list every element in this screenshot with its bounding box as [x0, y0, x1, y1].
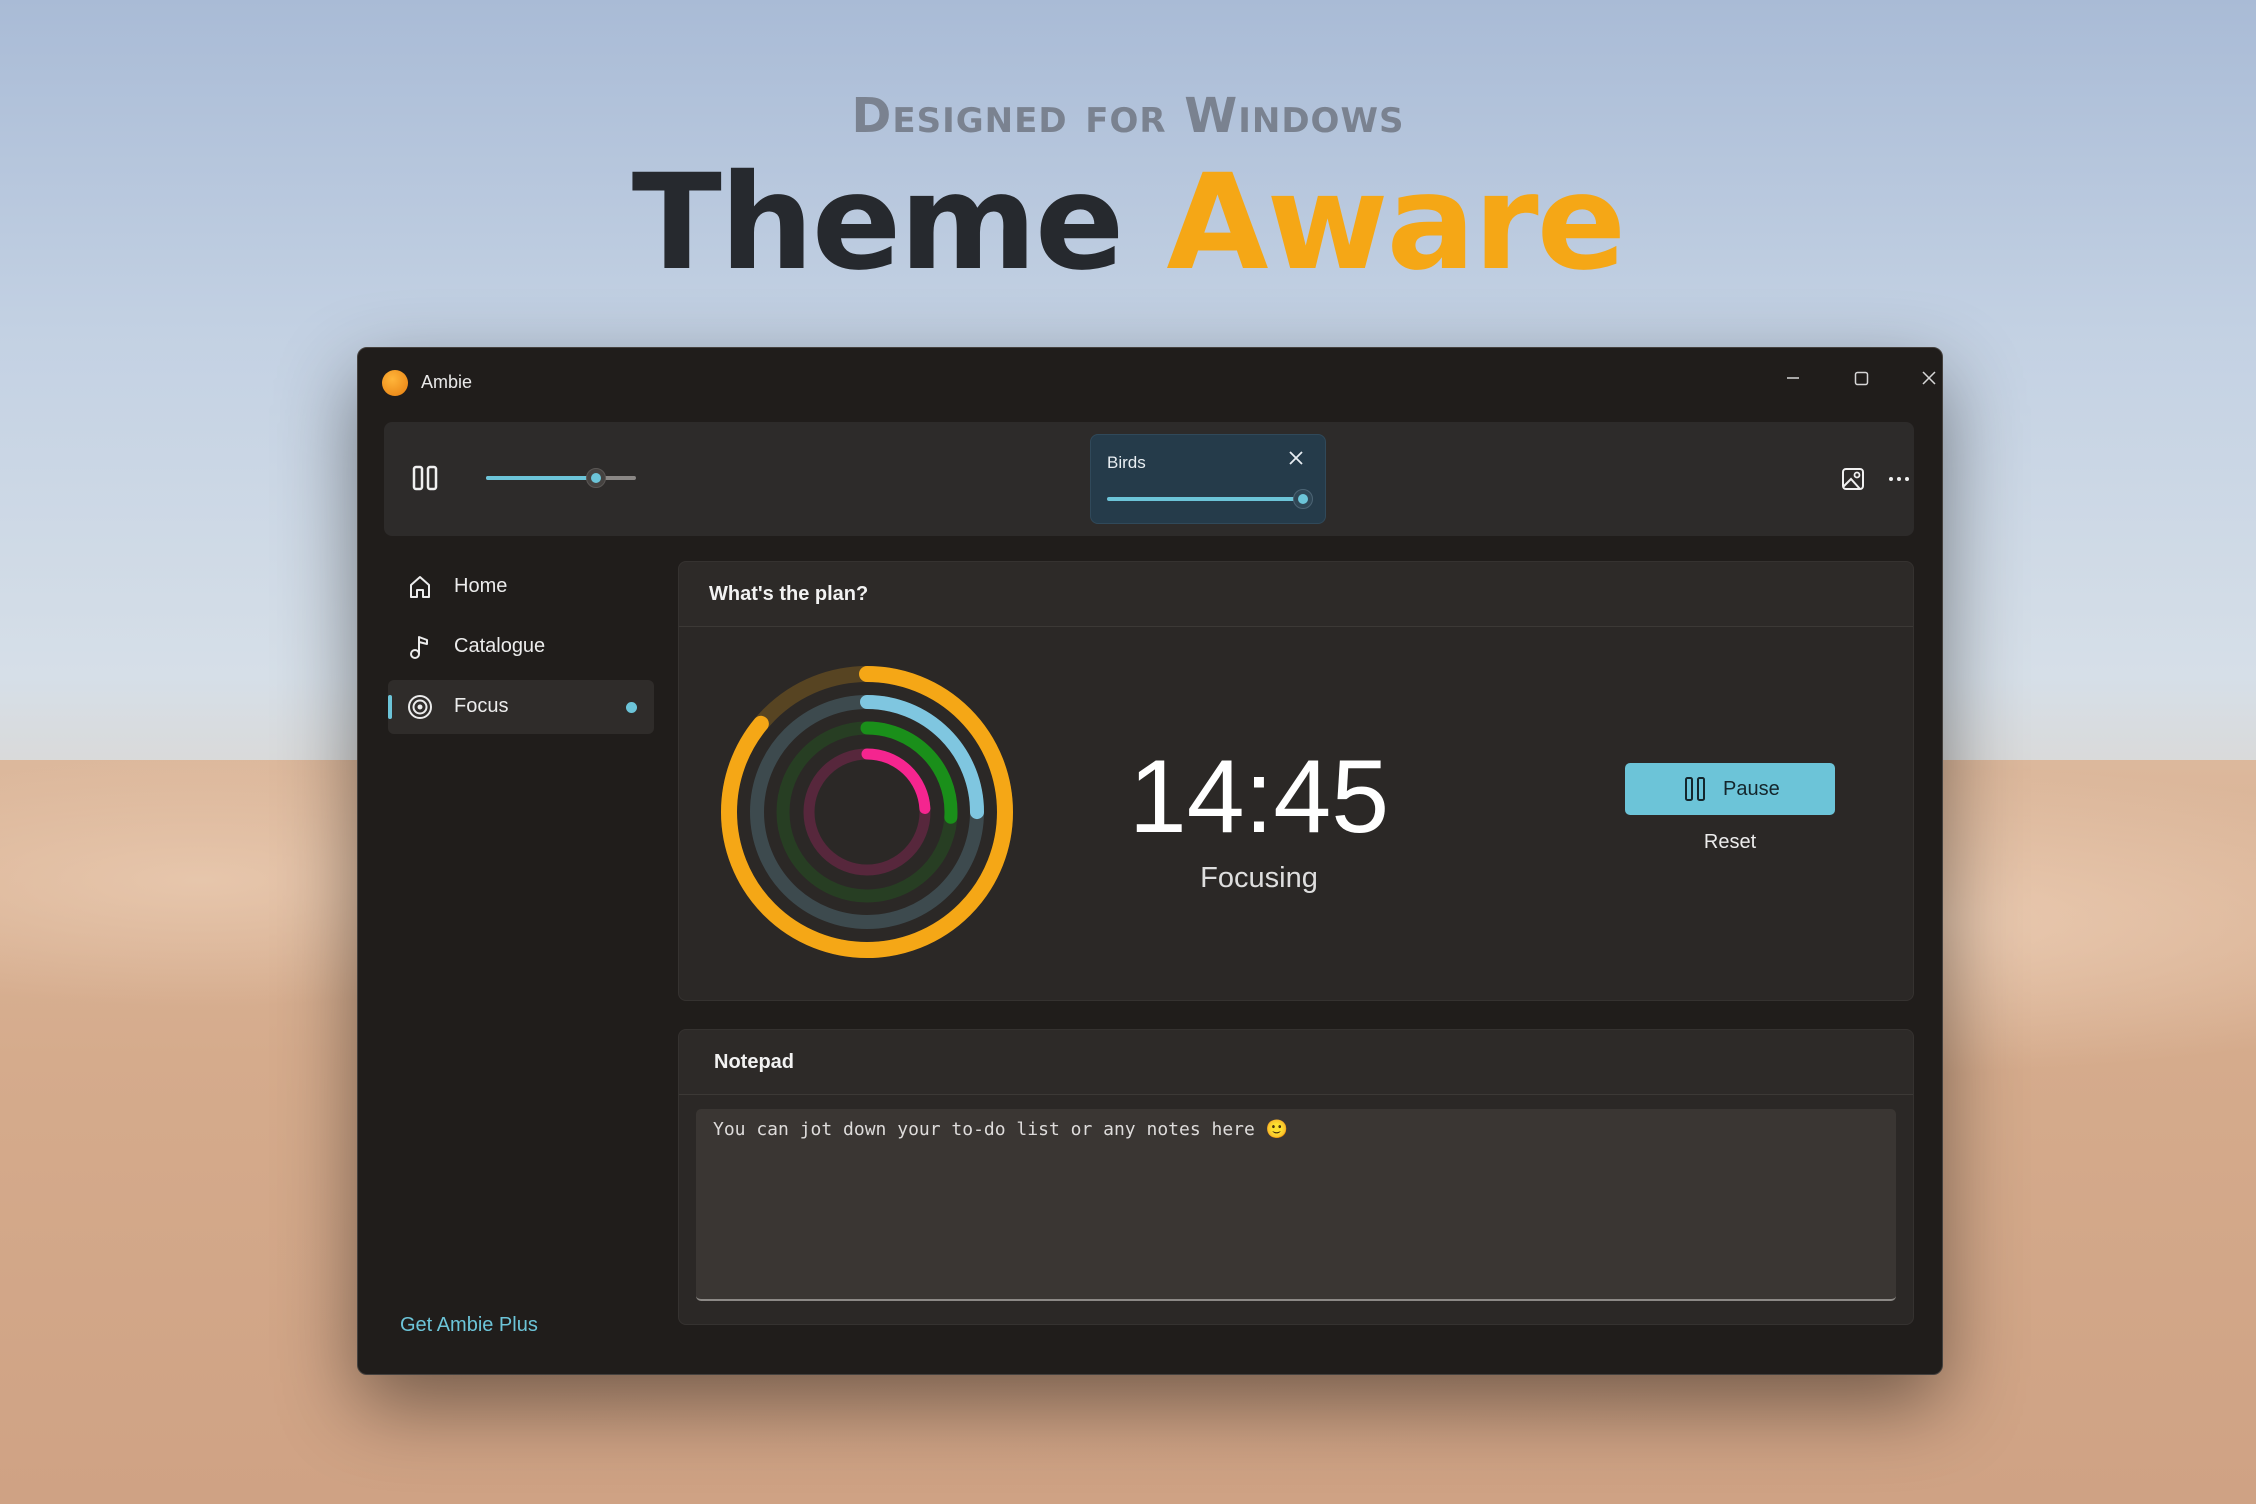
- remove-sound-button[interactable]: [1281, 443, 1311, 473]
- pause-icon: [412, 465, 438, 491]
- focus-status: Focusing: [1200, 862, 1318, 894]
- notepad-textarea[interactable]: You can jot down your to-do list or any …: [696, 1109, 1896, 1301]
- sound-name: Birds: [1107, 453, 1146, 472]
- notepad-card-header: Notepad: [679, 1030, 1913, 1095]
- close-icon: [1922, 371, 1936, 385]
- activity-dot: [626, 702, 637, 713]
- focus-timer: 14:45: [1128, 739, 1390, 855]
- more-options-button[interactable]: [1880, 460, 1918, 498]
- sidebar-item-home[interactable]: Home: [388, 560, 654, 614]
- focus-card: What's the plan? 14:45 Focusing Pause Re…: [678, 561, 1914, 1001]
- active-sound-chip: Birds: [1090, 434, 1326, 524]
- reset-button[interactable]: Reset: [1665, 822, 1795, 862]
- maximize-icon: [1854, 371, 1869, 386]
- sidebar-item-catalogue[interactable]: Catalogue: [388, 620, 654, 674]
- volume-thumb[interactable]: [585, 468, 606, 488]
- app-logo: [382, 370, 408, 396]
- minimize-icon: [1787, 377, 1799, 379]
- app-window: Ambie Birds Home Catalogue Focus Get Amb…: [357, 347, 1943, 1375]
- notepad-text: You can jot down your to-do list or any …: [713, 1119, 1289, 1140]
- sidebar-item-focus[interactable]: Focus: [388, 680, 654, 734]
- wallpaper-icon: [1842, 468, 1864, 490]
- sidebar-item-label: Home: [454, 575, 508, 597]
- hero-title: Theme Aware: [0, 148, 2256, 298]
- play-pause-button[interactable]: [410, 458, 450, 498]
- hero-subtitle: Designed for Windows: [851, 88, 1405, 144]
- home-icon: [410, 576, 430, 598]
- pause-button[interactable]: Pause: [1625, 763, 1835, 815]
- notepad-card-title: Notepad: [714, 1051, 794, 1073]
- more-icon: [1889, 477, 1909, 481]
- app-name: Ambie: [421, 372, 473, 392]
- title-bar[interactable]: Ambie: [358, 348, 1942, 418]
- close-button[interactable]: [1904, 358, 1942, 398]
- volume-fill: [486, 476, 596, 480]
- pause-button-label: Pause: [1723, 778, 1780, 800]
- focus-progress-rings: [721, 666, 1013, 958]
- sidebar-nav: Home Catalogue Focus: [388, 560, 654, 740]
- music-note-icon: [410, 636, 428, 659]
- sound-volume-slider[interactable]: [1107, 489, 1313, 509]
- pause-icon: [1685, 777, 1705, 801]
- maximize-button[interactable]: [1836, 358, 1886, 398]
- close-icon: [1289, 451, 1303, 465]
- master-volume-slider[interactable]: [486, 468, 636, 488]
- notepad-card-body: You can jot down your to-do list or any …: [679, 1095, 1913, 1324]
- sidebar-item-label: Catalogue: [454, 635, 546, 657]
- selection-indicator: [388, 695, 392, 719]
- focus-card-title: What's the plan?: [709, 583, 869, 605]
- minimize-button[interactable]: [1768, 358, 1818, 398]
- sound-volume-thumb[interactable]: [1293, 489, 1313, 509]
- focus-card-header: What's the plan?: [679, 562, 1913, 627]
- wallpaper-button[interactable]: [1834, 460, 1872, 498]
- sound-volume-track: [1107, 497, 1303, 501]
- get-ambie-plus-link[interactable]: Get Ambie Plus: [400, 1314, 538, 1337]
- target-icon: [408, 695, 432, 719]
- player-toolbar: Birds: [384, 422, 1914, 536]
- sidebar-item-label: Focus: [454, 695, 509, 717]
- hero-title-part1: Theme: [631, 146, 1125, 300]
- hero-title-part2: Aware: [1166, 146, 1626, 300]
- notepad-card: Notepad You can jot down your to-do list…: [678, 1029, 1914, 1325]
